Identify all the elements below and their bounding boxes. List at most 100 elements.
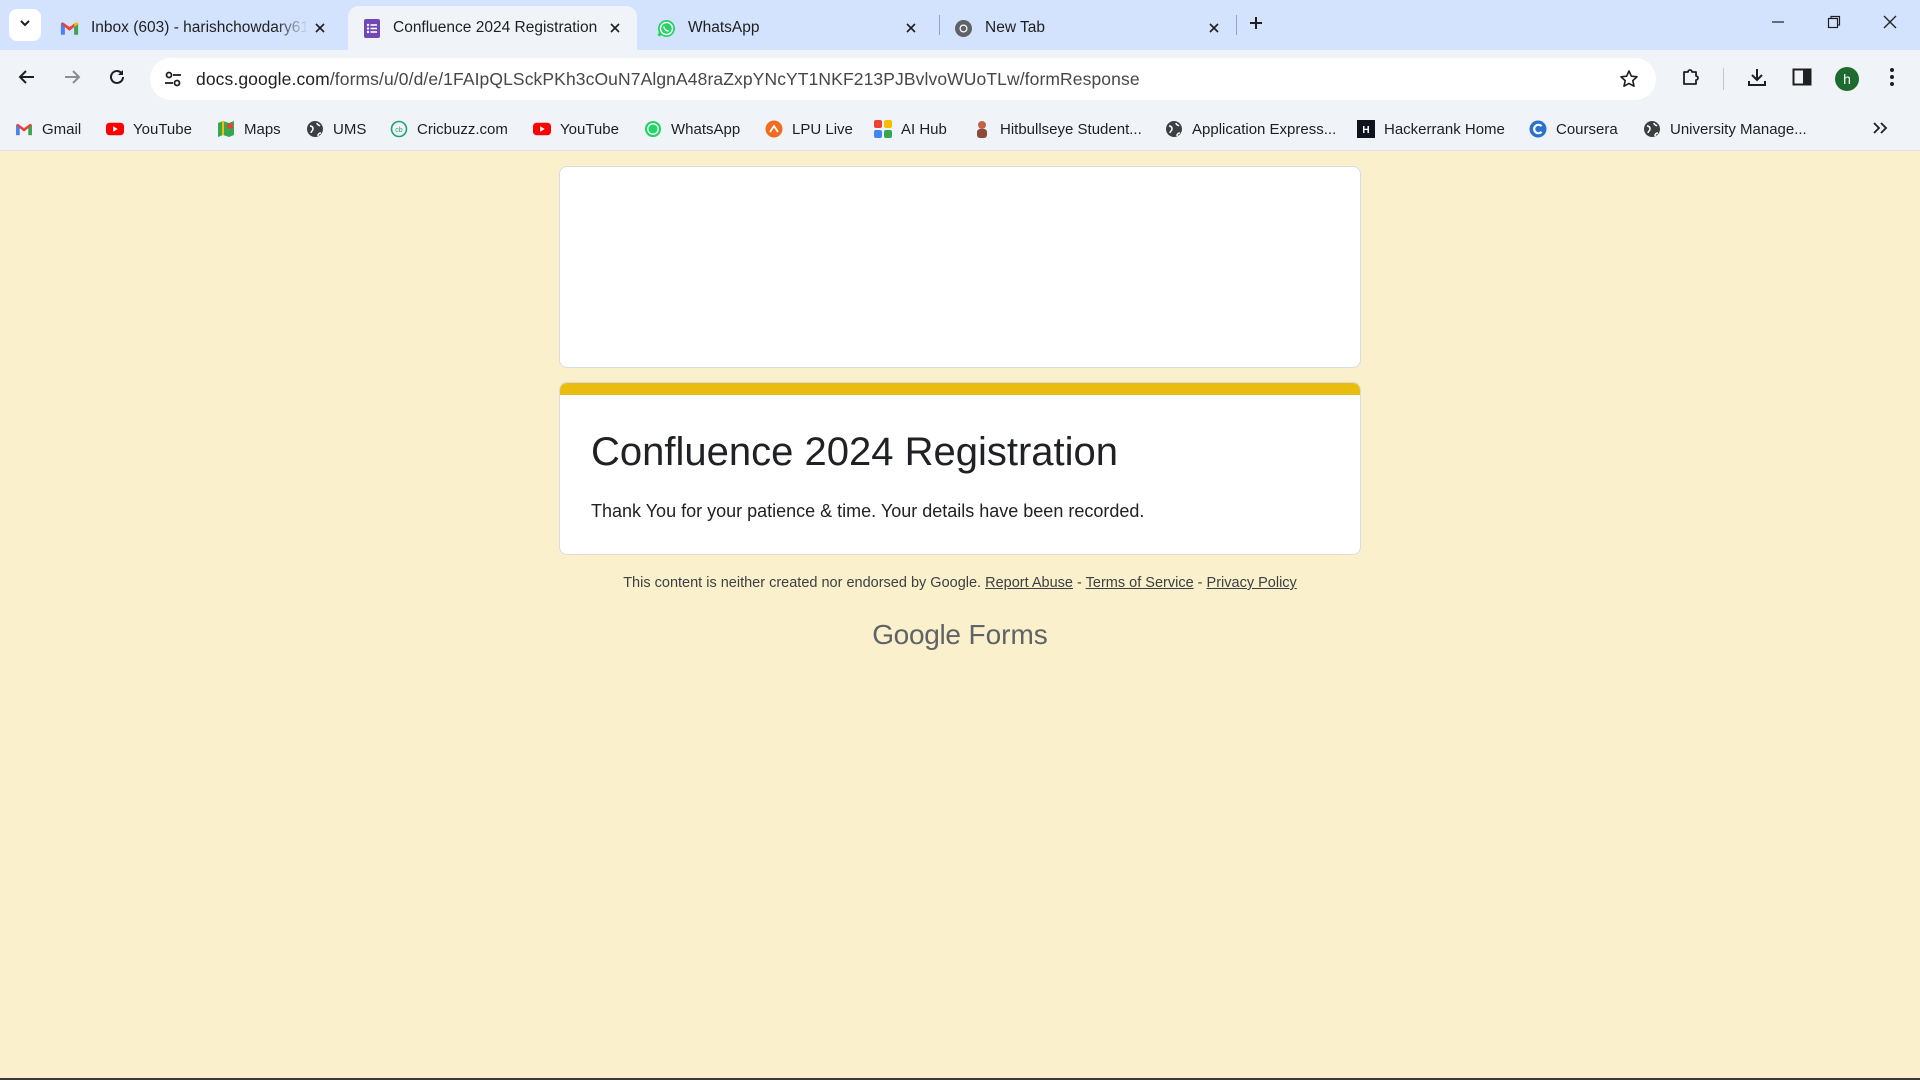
close-icon[interactable]: [1202, 16, 1226, 40]
minimize-button[interactable]: [1750, 0, 1806, 48]
side-panel-button[interactable]: [1784, 61, 1820, 97]
address-bar[interactable]: docs.google.com/forms/u/0/d/e/1FAIpQLSck…: [150, 58, 1656, 100]
report-abuse-link[interactable]: Report Abuse: [985, 575, 1073, 591]
footer-disclaimer: This content is neither created nor endo…: [0, 575, 1920, 591]
bookmark-coursera[interactable]: Coursera: [1529, 116, 1618, 142]
form-header-image-card: [559, 166, 1361, 368]
bookmark-university-management[interactable]: University Manage...: [1643, 116, 1807, 142]
form-response-card: Confluence 2024 Registration Thank You f…: [559, 382, 1361, 555]
toolbar: docs.google.com/forms/u/0/d/e/1FAIpQLSck…: [0, 50, 1920, 108]
url-path: /forms/u/0/d/e/1FAIpQLSckPKh3cOuN7AlgnA4…: [329, 68, 1140, 89]
bookmark-whatsapp[interactable]: WhatsApp: [644, 116, 740, 142]
download-icon: [1747, 67, 1767, 92]
close-window-button[interactable]: [1862, 0, 1918, 48]
svg-text:H: H: [1362, 125, 1369, 136]
bookmark-hitbullseye[interactable]: Hitbullseye Student...: [973, 116, 1142, 142]
bookmark-maps[interactable]: Maps: [217, 116, 281, 142]
bookmark-hackerrank[interactable]: H Hackerrank Home: [1357, 116, 1505, 142]
close-icon[interactable]: [603, 16, 627, 40]
bookmark-ums[interactable]: UMS: [306, 116, 366, 142]
bookmark-application-express[interactable]: Application Express...: [1165, 116, 1336, 142]
forward-button[interactable]: [54, 61, 90, 97]
site-info-icon[interactable]: [158, 64, 188, 94]
tab-new-tab[interactable]: New Tab: [940, 6, 1236, 50]
google-forms-icon: [362, 18, 381, 38]
separator: -: [1197, 575, 1203, 591]
lpu-live-icon: [765, 120, 783, 138]
bookmark-lpu-live[interactable]: LPU Live: [765, 116, 853, 142]
privacy-policy-link[interactable]: Privacy Policy: [1207, 575, 1297, 591]
chevron-down-icon: [18, 16, 32, 35]
gmail-icon: [60, 19, 79, 38]
terms-of-service-link[interactable]: Terms of Service: [1086, 575, 1194, 591]
back-button[interactable]: [9, 61, 45, 97]
bookmark-label: LPU Live: [792, 120, 853, 138]
tab-whatsapp[interactable]: WhatsApp: [643, 6, 933, 50]
arrow-left-icon: [18, 68, 36, 91]
confirmation-message: Thank You for your patience & time. Your…: [591, 501, 1145, 521]
hitbullseye-icon: [973, 120, 991, 138]
close-icon[interactable]: [899, 16, 923, 40]
whatsapp-icon: [657, 19, 676, 38]
minimize-icon: [1771, 15, 1785, 34]
bookmark-label: Hackerrank Home: [1384, 120, 1505, 138]
reload-button[interactable]: [99, 61, 135, 97]
bookmark-label: Maps: [244, 120, 281, 138]
separator: -: [1077, 575, 1082, 591]
bookmark-youtube[interactable]: YouTube: [533, 116, 619, 142]
bookmark-label: WhatsApp: [671, 120, 741, 138]
hackerrank-icon: H: [1357, 120, 1375, 138]
bookmark-label: UMS: [333, 120, 367, 138]
forms-wordmark: Forms: [968, 619, 1048, 650]
gmail-icon: [15, 120, 33, 138]
google-forms-logo[interactable]: Google Forms: [0, 619, 1920, 651]
bookmarks-overflow-button[interactable]: [1866, 118, 1894, 142]
bookmark-ai-hub[interactable]: AI Hub: [874, 116, 947, 142]
bookmark-cricbuzz[interactable]: cb Cricbuzz.com: [390, 116, 508, 142]
side-panel-icon: [1792, 68, 1812, 91]
arrow-right-icon: [63, 68, 81, 91]
whatsapp-icon: [644, 120, 662, 138]
more-vert-icon: [1889, 67, 1895, 92]
bookmark-label: YouTube: [560, 120, 619, 138]
chrome-icon: [954, 19, 973, 38]
form-accent-bar: [560, 383, 1360, 395]
tab-confluence-registration[interactable]: Confluence 2024 Registration: [348, 6, 637, 50]
maps-icon: [217, 120, 235, 138]
tab-gmail[interactable]: Inbox (603) - harishchowdary61: [46, 6, 342, 50]
extensions-button[interactable]: [1673, 61, 1709, 97]
google-wordmark: Google: [872, 619, 961, 650]
bookmark-gmail[interactable]: Gmail: [15, 116, 81, 142]
coursera-icon: [1529, 120, 1547, 138]
profile-button[interactable]: h: [1829, 61, 1865, 97]
bookmark-star-icon[interactable]: [1612, 62, 1646, 96]
close-icon[interactable]: [308, 16, 332, 40]
toolbar-separator: [1723, 68, 1724, 90]
downloads-button[interactable]: [1739, 61, 1775, 97]
svg-text:cb: cb: [395, 127, 403, 134]
form-title: Confluence 2024 Registration: [591, 430, 1119, 474]
puzzle-icon: [1680, 66, 1702, 93]
tab-strip: Inbox (603) - harishchowdary61 Confluenc…: [0, 0, 1920, 50]
bookmark-label: YouTube: [133, 120, 192, 138]
bookmark-label: University Manage...: [1670, 120, 1807, 138]
globe-icon: [1643, 120, 1661, 138]
restore-icon: [1827, 15, 1841, 34]
youtube-icon: [533, 120, 551, 138]
disclaimer-text: This content is neither created nor endo…: [623, 575, 982, 591]
url-text[interactable]: docs.google.com/forms/u/0/d/e/1FAIpQLSck…: [196, 69, 1612, 90]
cricbuzz-icon: cb: [390, 120, 408, 138]
menu-button[interactable]: [1874, 61, 1910, 97]
close-icon: [1882, 14, 1898, 35]
bookmark-label: Gmail: [42, 120, 82, 138]
ai-hub-icon: [874, 120, 892, 138]
url-host: docs.google.com: [196, 68, 330, 89]
bookmark-youtube[interactable]: YouTube: [106, 116, 192, 142]
tab-title: New Tab: [985, 19, 1046, 36]
restore-button[interactable]: [1806, 0, 1862, 48]
tab-title: Confluence 2024 Registration: [393, 19, 598, 36]
tab-title: Inbox (603) - harishchowdary61: [91, 19, 308, 36]
new-tab-button[interactable]: [1242, 11, 1270, 39]
tab-search-button[interactable]: [9, 9, 41, 41]
avatar: h: [1835, 67, 1859, 91]
